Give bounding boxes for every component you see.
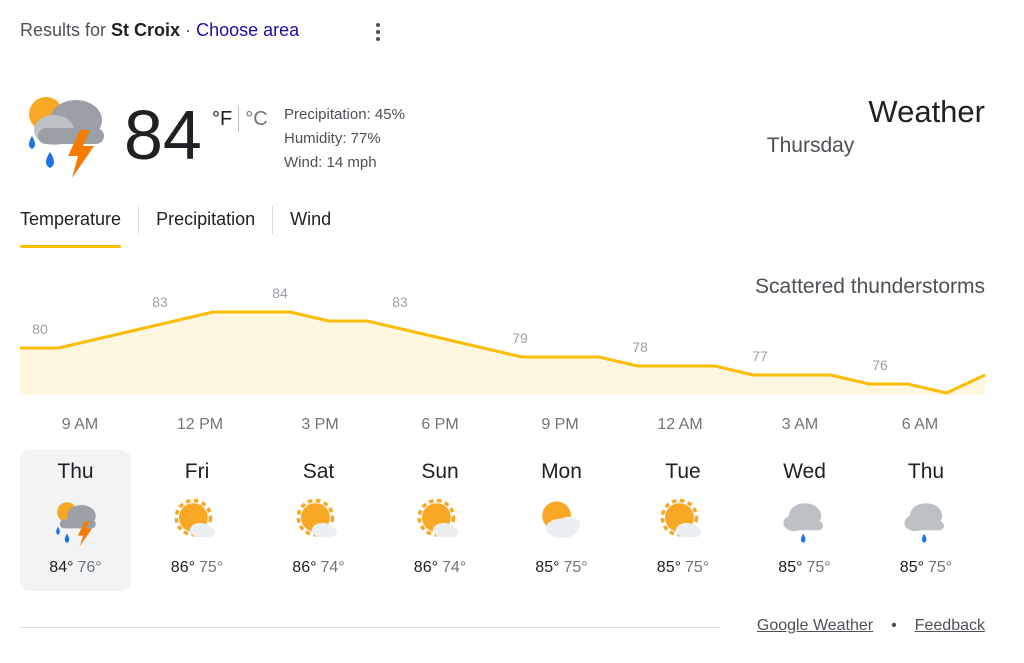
forecast-temps: 85° 75°	[749, 559, 860, 577]
precipitation-text: Precipitation: 45%	[284, 106, 405, 123]
forecast-high: 85°	[778, 559, 803, 576]
wind-text: Wind: 14 mph	[284, 154, 377, 171]
forecast-low: 74°	[320, 559, 345, 576]
results-prefix: Results for	[20, 20, 107, 40]
chart-value-label: 83	[152, 294, 168, 310]
footer-dot: •	[891, 617, 897, 634]
showers-icon	[782, 503, 823, 543]
scattered-thunderstorms-icon	[29, 97, 104, 178]
forecast-low: 75°	[563, 559, 588, 576]
forecast-high: 86°	[170, 559, 195, 576]
google-weather-link[interactable]: Google Weather	[757, 617, 873, 635]
weather-header: Weather Thursday Scattered thunderstorms	[755, 94, 985, 302]
chart-time-label: 6 AM	[902, 416, 938, 433]
forecast-low: 75°	[685, 559, 710, 576]
chart-tabs: Temperature Precipitation Wind	[20, 206, 331, 248]
forecast-day-name: Mon	[541, 460, 582, 483]
partly-cloudy-icon	[660, 498, 701, 538]
forecast-low: 75°	[928, 559, 953, 576]
forecast-day-name: Sat	[302, 460, 335, 483]
chart-value-label: 83	[392, 294, 408, 310]
chart-value-label: 78	[632, 339, 648, 355]
chart-value-label: 79	[512, 330, 528, 346]
temperature-chart: 80 83 84 83 79 78 77 76 9 AM 12 PM 3 PM 6 PM 9 PM 12 …	[20, 285, 986, 433]
forecast-day-sun[interactable]: Sun 86° 74°	[385, 450, 496, 591]
footer: Google Weather • Feedback	[757, 617, 985, 635]
forecast-low: 76°	[77, 559, 102, 576]
forecast-day-tue[interactable]: Tue 85° 75°	[628, 450, 739, 591]
forecast-temps: 86° 74°	[263, 559, 374, 577]
results-line: Results for St Croix · Choose area	[20, 20, 299, 41]
weather-title: Weather	[868, 94, 985, 129]
results-separator: ·	[185, 20, 192, 40]
forecast-temps: 84° 76°	[20, 559, 131, 577]
forecast-low: 75°	[199, 559, 224, 576]
forecast-day-fri[interactable]: Fri 86° 75°	[142, 450, 253, 591]
tab-divider	[272, 206, 274, 234]
partly-cloudy-icon	[296, 498, 337, 538]
forecast-temps: 85° 75°	[871, 559, 982, 577]
forecast-day-mon[interactable]: Mon 85° 75°	[506, 450, 617, 591]
forecast-high: 85°	[656, 559, 681, 576]
chart-time-label: 6 PM	[421, 416, 458, 433]
tab-divider	[138, 206, 140, 234]
humidity-text: Humidity: 77%	[284, 130, 381, 147]
tab-wind[interactable]: Wind	[290, 206, 331, 248]
forecast-day-wed[interactable]: Wed 85° 75°	[749, 450, 860, 591]
forecast-high: 86°	[292, 559, 317, 576]
chart-value-label: 77	[752, 348, 768, 364]
unit-divider	[238, 106, 240, 132]
chart-time-label: 3 PM	[301, 416, 338, 433]
forecast-high: 86°	[413, 559, 438, 576]
feedback-link[interactable]: Feedback	[915, 617, 985, 635]
chart-time-label: 3 AM	[782, 416, 818, 433]
chart-time-label: 12 PM	[177, 416, 223, 433]
unit-fahrenheit[interactable]: °F	[212, 108, 232, 131]
unit-toggle: °F °C	[212, 106, 268, 132]
chart-time-label: 12 AM	[657, 416, 702, 433]
chart-time-label: 9 AM	[62, 416, 98, 433]
forecast-high: 85°	[535, 559, 560, 576]
forecast-day-sat[interactable]: Sat 86° 74°	[263, 450, 374, 591]
current-temperature: 84	[124, 96, 202, 174]
forecast-low: 74°	[442, 559, 467, 576]
current-details: Precipitation: 45% Humidity: 77% Wind: 1…	[284, 103, 405, 175]
chart-value-label: 80	[32, 321, 48, 337]
forecast-day-name: Tue	[665, 460, 701, 483]
forecast-temps: 85° 75°	[506, 559, 617, 577]
scattered-thunderstorms-icon	[55, 502, 96, 547]
footer-divider	[20, 627, 720, 628]
unit-celsius[interactable]: °C	[245, 108, 267, 131]
choose-area-link[interactable]: Choose area	[196, 20, 299, 40]
forecast-day-thu[interactable]: Thu 84° 76°	[20, 450, 131, 591]
tab-precipitation[interactable]: Precipitation	[156, 206, 255, 248]
partly-cloudy-icon	[417, 498, 458, 538]
forecast-low: 75°	[806, 559, 831, 576]
partly-cloudy-icon	[174, 498, 215, 538]
forecast-day-name: Thu	[57, 460, 94, 483]
forecast-day-thu[interactable]: Thu 85° 75°	[871, 450, 982, 591]
forecast-day-name: Sun	[421, 460, 459, 483]
chart-time-label: 9 PM	[541, 416, 578, 433]
chart-value-label: 76	[872, 357, 888, 373]
showers-icon	[904, 503, 944, 543]
forecast-temps: 86° 74°	[385, 559, 496, 577]
more-options-icon[interactable]	[368, 20, 388, 44]
mostly-cloudy-icon	[541, 501, 580, 539]
chart-value-label: 84	[272, 285, 288, 301]
forecast-high: 85°	[899, 559, 924, 576]
forecast-temps: 85° 75°	[628, 559, 739, 577]
forecast-day-name: Fri	[184, 460, 210, 483]
forecast-day-name: Wed	[783, 460, 826, 483]
forecast-day-name: Thu	[907, 460, 945, 483]
forecast-temps: 86° 75°	[142, 559, 253, 577]
location-name: St Croix	[111, 20, 181, 40]
forecast-high: 84°	[49, 559, 74, 576]
daily-forecast: Thu 84° 76° Fri 86° 75° Sat 86° 74° Sun 86° 74° Mon 8…	[20, 450, 992, 591]
tab-temperature[interactable]: Temperature	[20, 206, 122, 248]
weather-day: Thursday	[766, 134, 855, 157]
